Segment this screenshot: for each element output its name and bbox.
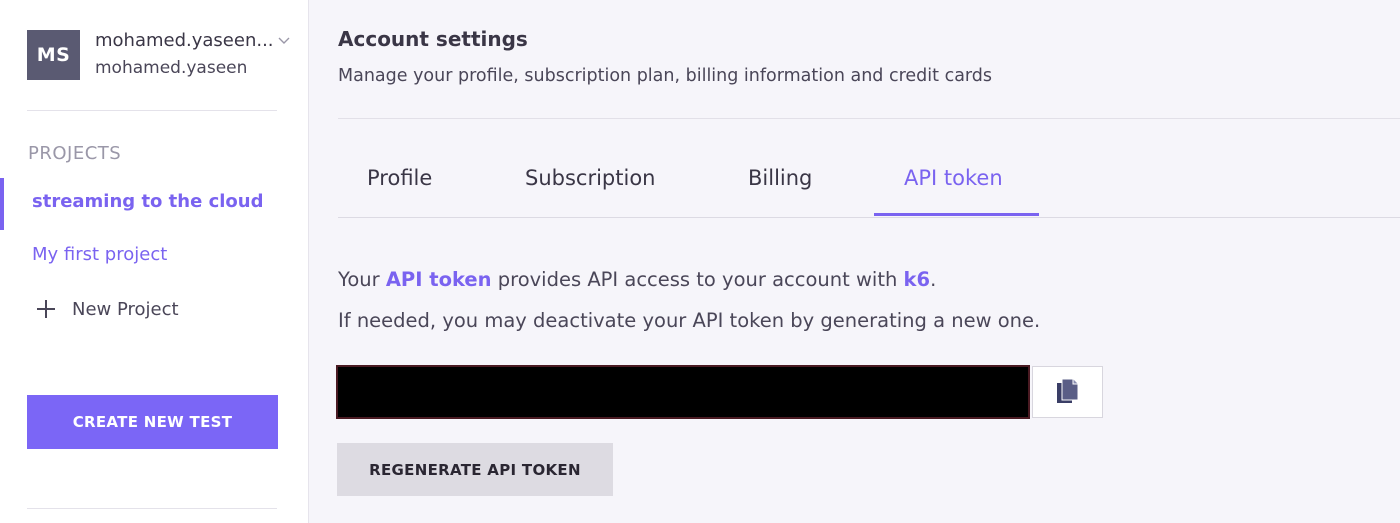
sidebar-item-streaming-to-the-cloud[interactable]: streaming to the cloud [32, 191, 263, 212]
sidebar: MS mohamed.yaseen... mohamed.yaseen PROJ… [0, 0, 309, 523]
new-project-button[interactable]: New Project [36, 296, 179, 322]
projects-heading: PROJECTS [28, 143, 122, 164]
avatar[interactable]: MS [27, 30, 80, 80]
tab-billing[interactable]: Billing [748, 166, 812, 190]
k6-link[interactable]: k6 [904, 268, 931, 291]
active-tab-underline [874, 213, 1039, 216]
desc-suffix: . [930, 268, 937, 291]
header-divider [338, 118, 1400, 119]
user-display-name: mohamed.yaseen... [95, 30, 274, 51]
api-token-note: If needed, you may deactivate your API t… [338, 309, 1041, 332]
new-project-label: New Project [72, 298, 179, 320]
tab-profile[interactable]: Profile [367, 166, 432, 190]
active-project-indicator [0, 178, 4, 230]
chevron-down-icon[interactable] [277, 34, 291, 48]
tab-api-token[interactable]: API token [904, 166, 1003, 190]
page-title: Account settings [338, 27, 528, 51]
desc-middle: provides API access to your account with [491, 268, 904, 291]
sidebar-divider-bottom [27, 508, 277, 509]
api-token-link[interactable]: API token [386, 268, 492, 291]
plus-icon [37, 300, 55, 318]
api-token-description: Your API token provides API access to yo… [338, 268, 936, 291]
sidebar-divider [27, 110, 277, 111]
page-subtitle: Manage your profile, subscription plan, … [338, 66, 993, 86]
tab-subscription[interactable]: Subscription [525, 166, 655, 190]
api-token-field[interactable] [336, 365, 1030, 419]
settings-tabs: Profile Subscription Billing API token [338, 146, 1400, 218]
account-switcher[interactable]: MS mohamed.yaseen... mohamed.yaseen [27, 30, 292, 82]
desc-prefix: Your [338, 268, 386, 291]
copy-token-button[interactable] [1032, 366, 1103, 418]
sidebar-item-my-first-project[interactable]: My first project [32, 244, 167, 265]
regenerate-api-token-button[interactable]: REGENERATE API TOKEN [337, 443, 613, 496]
app-window: MS mohamed.yaseen... mohamed.yaseen PROJ… [0, 0, 1400, 523]
create-new-test-button[interactable]: CREATE NEW TEST [27, 395, 278, 449]
copy-icon [1056, 378, 1078, 403]
user-username: mohamed.yaseen [95, 58, 248, 78]
main-content: Account settings Manage your profile, su… [309, 0, 1400, 523]
